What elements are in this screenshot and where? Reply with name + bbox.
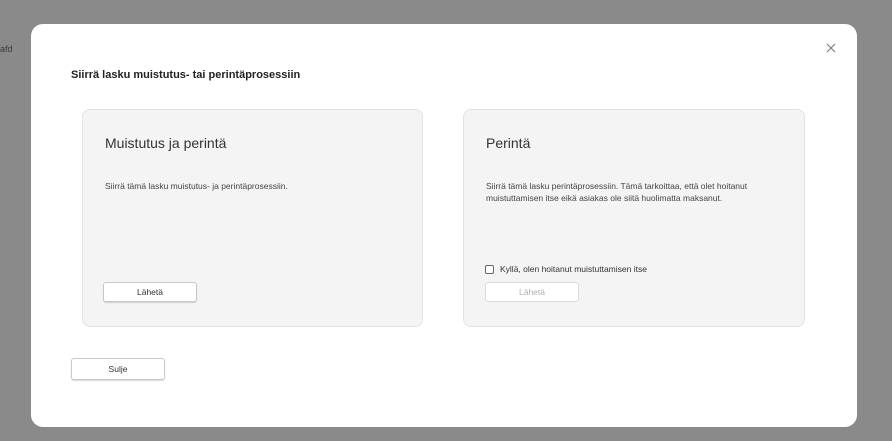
card-description: Siirrä tämä lasku muistutus- ja perintäp… xyxy=(105,181,288,191)
send-collection-button[interactable]: Lähetä xyxy=(485,282,579,302)
dialog-title: Siirrä lasku muistutus- tai perintäprose… xyxy=(71,69,301,81)
close-button[interactable]: Sulje xyxy=(71,358,165,380)
close-icon xyxy=(826,43,836,53)
card-title: Perintä xyxy=(486,135,531,151)
close-dialog-button[interactable] xyxy=(821,38,841,58)
card-collection: Perintä Siirrä tämä lasku perintäprosess… xyxy=(463,109,805,327)
card-title: Muistutus ja perintä xyxy=(105,135,227,151)
send-reminder-collection-button[interactable]: Lähetä xyxy=(103,282,197,302)
card-reminder-and-collection: Muistutus ja perintä Siirrä tämä lasku m… xyxy=(82,109,423,327)
card-description: Siirrä tämä lasku perintäprosessiin. Täm… xyxy=(486,181,748,203)
background-text: afd xyxy=(0,44,13,54)
reminded-myself-checkbox[interactable] xyxy=(485,264,494,274)
reminded-myself-checkbox-row[interactable]: Kyllä, olen hoitanut muistuttamisen itse xyxy=(485,264,647,274)
transfer-dialog: Siirrä lasku muistutus- tai perintäprose… xyxy=(31,24,857,427)
checkbox-label: Kyllä, olen hoitanut muistuttamisen itse xyxy=(500,264,647,274)
